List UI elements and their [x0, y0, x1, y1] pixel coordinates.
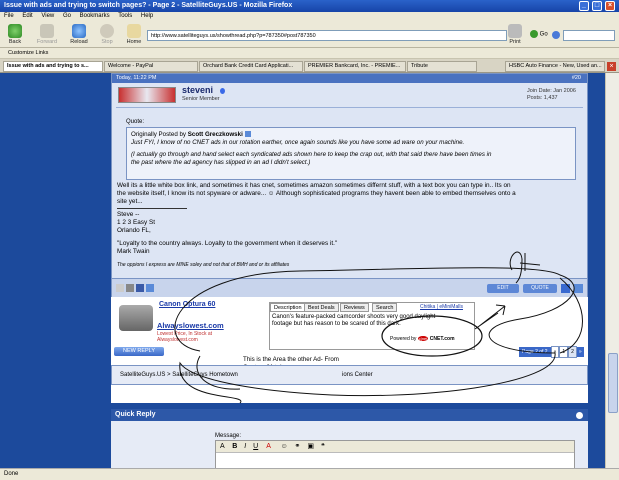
window-title: Issue with ads and trying to switch page…	[4, 2, 293, 9]
hand-drawn-annotations	[174, 251, 583, 404]
home-icon	[127, 24, 141, 38]
navigation-toolbar: Back Forward Reload Stop Home http://www…	[0, 22, 619, 48]
forward-button[interactable]: Forward	[34, 24, 60, 45]
back-arrow-icon	[8, 24, 22, 38]
bookmarks-toolbar: Customize Links	[0, 48, 619, 59]
page-content: Today, 11:22 PM #20 steveni Senior Membe…	[0, 73, 605, 468]
back-button[interactable]: Back	[4, 24, 26, 45]
menu-bar: File Edit View Go Bookmarks Tools Help	[0, 12, 619, 22]
tab-hsbc[interactable]: HSBC Auto Finance - New, Used an...	[505, 61, 605, 72]
tab-tribute[interactable]: Tribute	[407, 61, 477, 72]
close-tab-icon[interactable]: ×	[607, 62, 616, 71]
stop-icon	[100, 24, 114, 38]
maximize-button[interactable]: □	[592, 1, 602, 11]
minimize-button[interactable]: _	[579, 1, 589, 11]
url-bar[interactable]: http://www.satelliteguys.us/showthread.p…	[147, 30, 507, 41]
reload-button[interactable]: Reload	[68, 24, 90, 45]
menu-tools[interactable]: Tools	[118, 13, 132, 19]
print-icon	[508, 24, 522, 38]
annotation-scribble	[174, 267, 575, 404]
edit-scribble	[509, 251, 541, 284]
close-button[interactable]: ×	[605, 1, 615, 11]
tab-paypal[interactable]: Welcome - PayPal	[104, 61, 198, 72]
menu-edit[interactable]: Edit	[22, 13, 32, 19]
go-icon	[530, 30, 538, 38]
scrollbar-thumb[interactable]	[608, 353, 618, 413]
menu-go[interactable]: Go	[63, 13, 71, 19]
home-button[interactable]: Home	[124, 24, 144, 45]
menu-bookmarks[interactable]: Bookmarks	[80, 13, 110, 19]
search-input[interactable]	[563, 30, 615, 41]
tab-bar: Issue with ads and trying to s... Welcom…	[0, 59, 619, 73]
annotation-curve	[559, 277, 583, 354]
menu-help[interactable]: Help	[141, 13, 153, 19]
tab-active[interactable]: Issue with ads and trying to s...	[3, 61, 103, 72]
go-button[interactable]: Go	[530, 30, 548, 38]
stop-button[interactable]: Stop	[98, 24, 116, 45]
vertical-scrollbar[interactable]	[605, 73, 619, 468]
reload-icon	[72, 24, 86, 38]
tab-premier[interactable]: PREMIER Bankcard, Inc. - PREMIE...	[304, 61, 406, 72]
menu-view[interactable]: View	[41, 13, 54, 19]
status-text: Done	[4, 471, 19, 477]
customize-links[interactable]: Customize Links	[8, 50, 48, 56]
status-bar: Done	[0, 468, 619, 480]
arrow-annotation	[474, 304, 506, 330]
search-engine-icon[interactable]	[552, 31, 560, 39]
print-button[interactable]: Print	[506, 24, 524, 45]
cnet-circle-annotation	[381, 315, 483, 357]
tab-orchard[interactable]: Orchard Bank Credit Card Applicati...	[199, 61, 303, 72]
menu-file[interactable]: File	[4, 13, 14, 19]
forward-arrow-icon	[40, 24, 54, 38]
window-title-bar: Issue with ads and trying to switch page…	[0, 0, 619, 12]
